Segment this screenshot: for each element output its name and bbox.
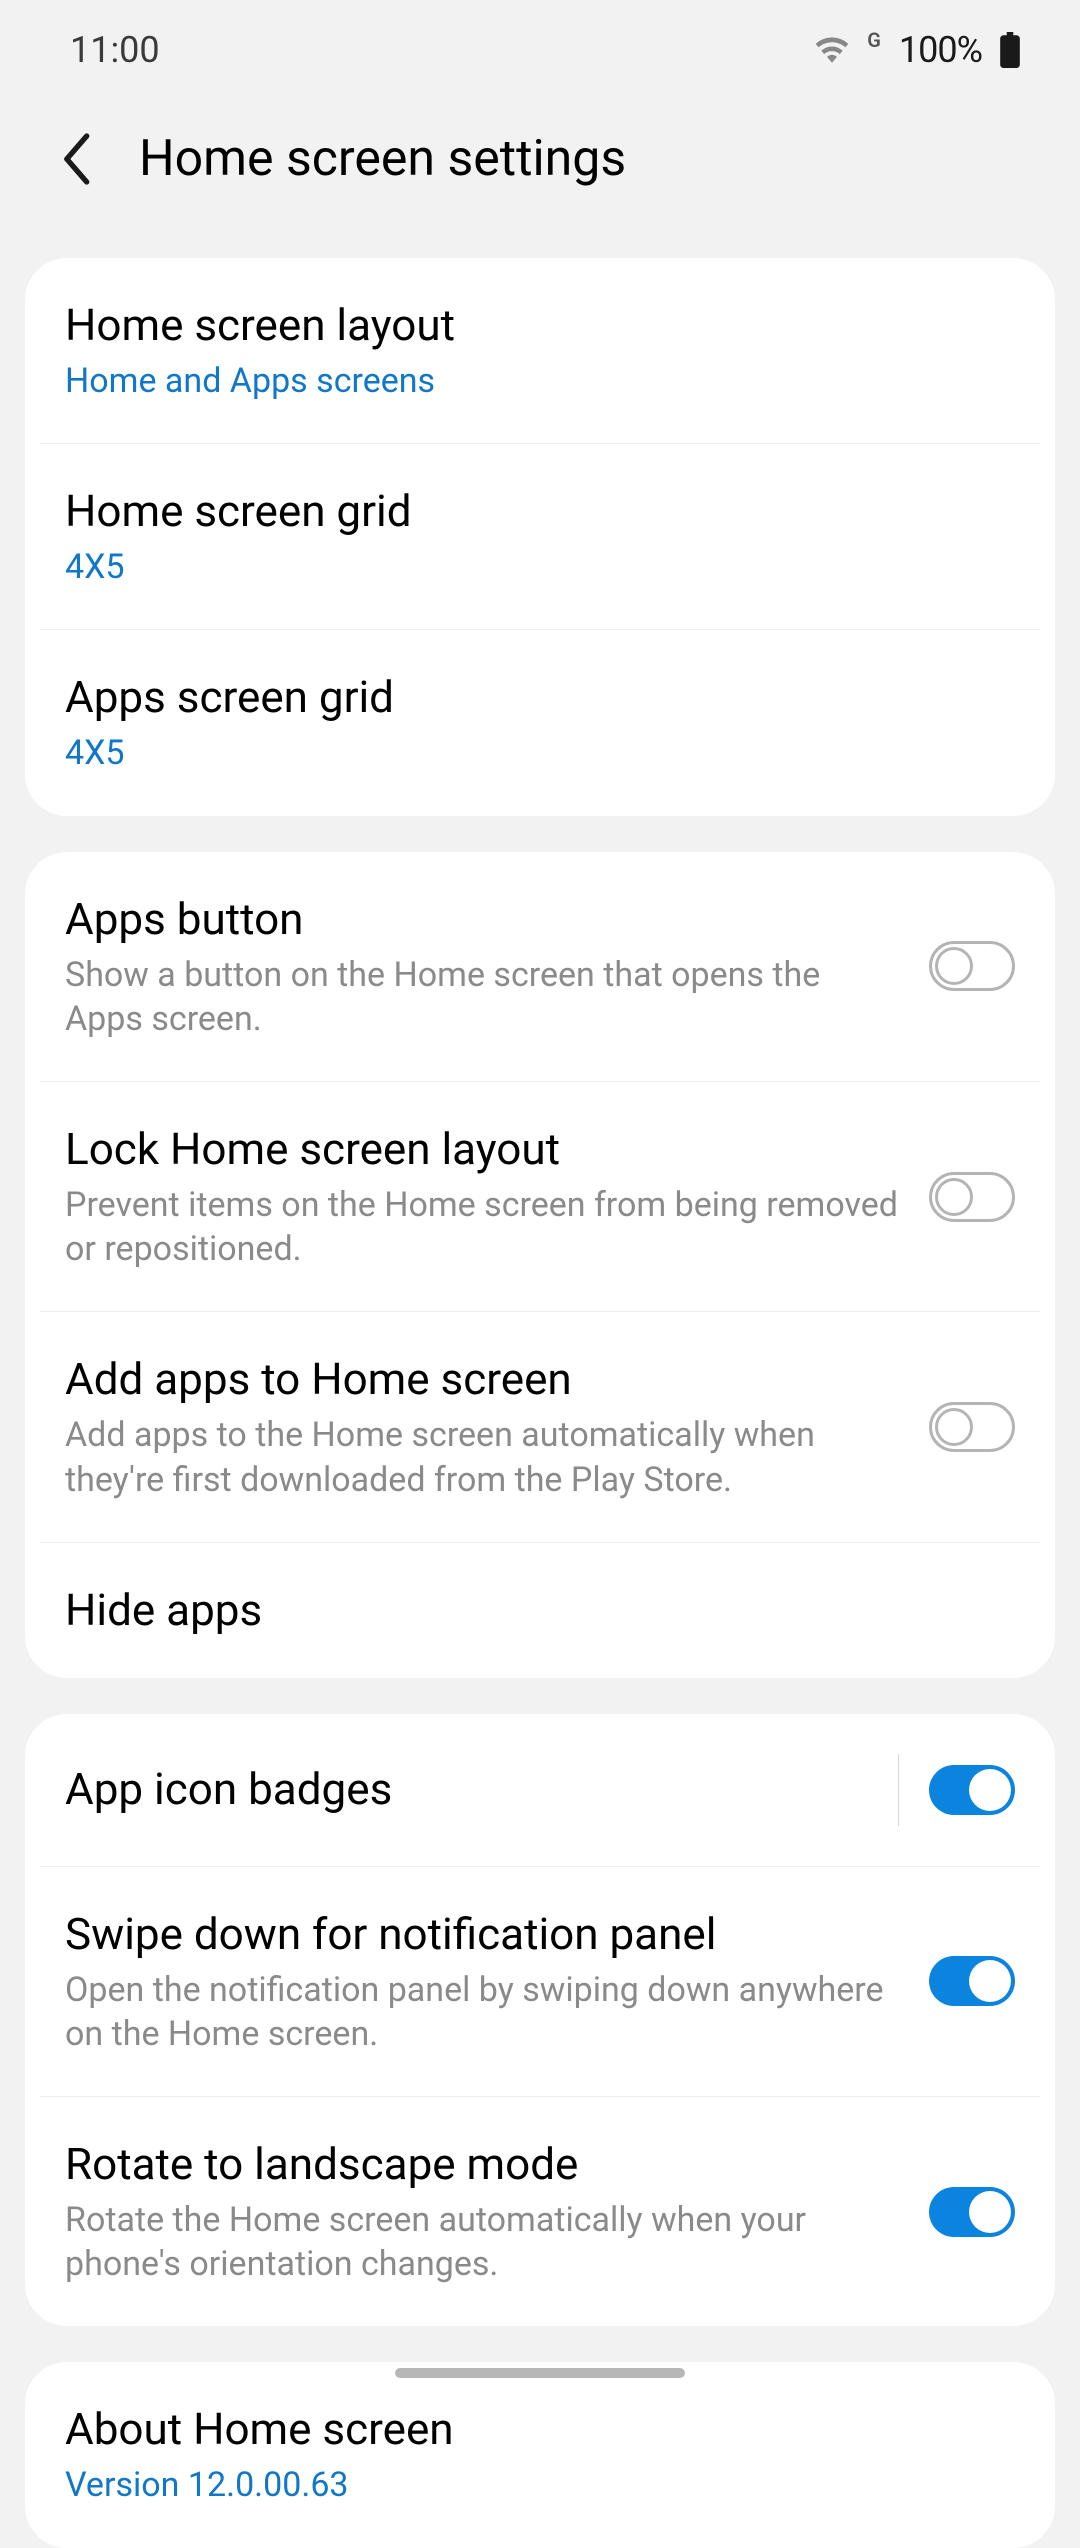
row-hide-apps[interactable]: Hide apps <box>25 1543 1055 1678</box>
row-home-screen-grid[interactable]: Home screen grid 4X5 <box>25 444 1055 629</box>
toggle-lock-layout[interactable] <box>929 1172 1015 1222</box>
toggle-apps-button[interactable] <box>929 941 1015 991</box>
row-title: App icon badges <box>65 1762 868 1817</box>
toggle-add-apps[interactable] <box>929 1402 1015 1452</box>
row-subtitle: Home and Apps screens <box>65 359 1015 403</box>
row-subtitle: 4X5 <box>65 731 1015 775</box>
row-subtitle: Version 12.0.00.63 <box>65 2463 1015 2507</box>
row-subtitle: Show a button on the Home screen that op… <box>65 953 899 1041</box>
battery-percentage: 100% <box>899 29 982 71</box>
wifi-icon <box>815 37 849 63</box>
row-title: Home screen layout <box>65 298 1015 353</box>
settings-group-about: About Home screen Version 12.0.00.63 <box>25 2362 1055 2547</box>
row-apps-screen-grid[interactable]: Apps screen grid 4X5 <box>25 630 1055 815</box>
nav-handle[interactable] <box>395 2368 685 2378</box>
row-title: Apps button <box>65 892 899 947</box>
settings-group-apps: Apps button Show a button on the Home sc… <box>25 852 1055 1678</box>
settings-group-display: App icon badges Swipe down for notificat… <box>25 1714 1055 2327</box>
row-lock-layout[interactable]: Lock Home screen layout Prevent items on… <box>25 1082 1055 1311</box>
row-add-apps[interactable]: Add apps to Home screen Add apps to the … <box>25 1312 1055 1541</box>
vertical-divider <box>898 1754 899 1826</box>
row-subtitle: Add apps to the Home screen automaticall… <box>65 1413 899 1501</box>
row-title: Add apps to Home screen <box>65 1352 899 1407</box>
row-title: Swipe down for notification panel <box>65 1907 899 1962</box>
row-subtitle: 4X5 <box>65 545 1015 589</box>
row-title: Rotate to landscape mode <box>65 2137 899 2192</box>
row-home-screen-layout[interactable]: Home screen layout Home and Apps screens <box>25 258 1055 443</box>
row-title: Hide apps <box>65 1583 1015 1638</box>
row-title: About Home screen <box>65 2402 1015 2457</box>
battery-icon <box>1000 32 1020 68</box>
toggle-rotate-landscape[interactable] <box>929 2187 1015 2237</box>
settings-group-layout: Home screen layout Home and Apps screens… <box>25 258 1055 816</box>
toggle-swipe-notification[interactable] <box>929 1956 1015 2006</box>
row-apps-button[interactable]: Apps button Show a button on the Home sc… <box>25 852 1055 1081</box>
header: Home screen settings <box>0 100 1080 258</box>
status-time: 11:00 <box>70 29 160 71</box>
back-button[interactable] <box>48 132 103 187</box>
network-type-badge: G <box>867 28 881 52</box>
row-swipe-notification[interactable]: Swipe down for notification panel Open t… <box>25 1867 1055 2096</box>
row-title: Apps screen grid <box>65 670 1015 725</box>
row-subtitle: Rotate the Home screen automatically whe… <box>65 2198 899 2286</box>
row-about-home-screen[interactable]: About Home screen Version 12.0.00.63 <box>25 2362 1055 2547</box>
status-bar: 11:00 G 100% <box>0 0 1080 100</box>
row-title: Lock Home screen layout <box>65 1122 899 1177</box>
row-app-icon-badges[interactable]: App icon badges <box>25 1714 1055 1866</box>
status-right: G 100% <box>815 29 1020 71</box>
page-title: Home screen settings <box>139 130 626 188</box>
row-title: Home screen grid <box>65 484 1015 539</box>
row-rotate-landscape[interactable]: Rotate to landscape mode Rotate the Home… <box>25 2097 1055 2326</box>
row-subtitle: Prevent items on the Home screen from be… <box>65 1183 899 1271</box>
row-subtitle: Open the notification panel by swiping d… <box>65 1968 899 2056</box>
toggle-app-icon-badges[interactable] <box>929 1765 1015 1815</box>
